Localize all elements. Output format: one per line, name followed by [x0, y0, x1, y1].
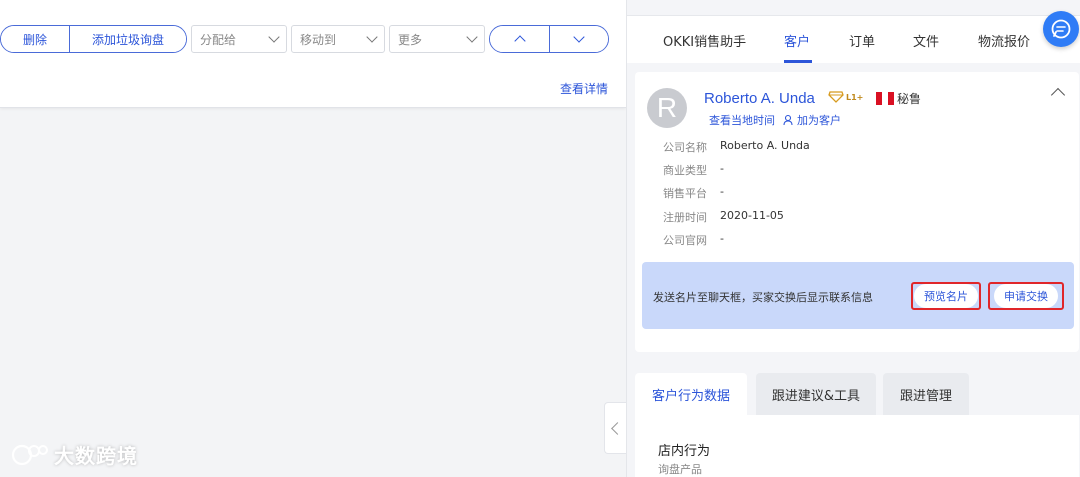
chevron-up-icon [513, 35, 526, 47]
watermark-text: 大数跨境 [54, 444, 138, 468]
notice-text: 发送名片至聊天框，买家交换后显示联系信息 [653, 291, 873, 304]
section-subtitle: 询盘产品 [658, 463, 702, 476]
tab-customer[interactable]: 客户 [784, 31, 810, 50]
chevron-down-icon [466, 31, 478, 43]
view-local-time-link[interactable]: 查看当地时间 [709, 112, 775, 128]
primary-actions: 删除 添加垃圾询盘 [0, 25, 188, 53]
prev-button[interactable] [490, 26, 550, 52]
chat-bubble-icon [1051, 19, 1071, 39]
move-dropdown[interactable]: 移动到 [291, 25, 386, 53]
side-tabs: OKKI销售助手 客户 订单 文件 物流报价 [627, 15, 1080, 63]
card-exchange-notice: 发送名片至聊天框，买家交换后显示联系信息 预览名片 申请交换 [642, 262, 1074, 329]
request-exchange-label: 申请交换 [994, 284, 1058, 308]
request-exchange-button[interactable]: 申请交换 [988, 282, 1064, 310]
action-toolbar: 删除 添加垃圾询盘 分配给 移动到 更多 [0, 25, 610, 53]
info-value: Roberto A. Unda [720, 139, 810, 152]
preview-card-button[interactable]: 预览名片 [911, 282, 981, 310]
customer-actions: 查看当地时间 加为客户 [709, 112, 841, 128]
delete-button[interactable]: 删除 [1, 26, 70, 52]
tab-okki-assistant[interactable]: OKKI销售助手 [663, 31, 746, 50]
assign-dropdown-label: 分配给 [200, 32, 237, 47]
active-tab-indicator [784, 60, 812, 63]
chevron-down-icon [573, 31, 585, 43]
add-customer-label: 加为客户 [797, 114, 841, 127]
view-details-link[interactable]: 查看详情 [560, 80, 608, 97]
info-value: - [720, 162, 724, 175]
level-badge: L1+ [828, 91, 863, 103]
detail-tabs: 客户行为数据 跟进建议&工具 跟进管理 [635, 373, 1079, 415]
tab-logistics-quote[interactable]: 物流报价 [978, 31, 1030, 50]
info-website: 公司官网 - [663, 232, 724, 248]
customer-side-panel: OKKI销售助手 客户 订单 文件 物流报价 R Roberto A. Unda… [626, 0, 1080, 477]
more-dropdown-label: 更多 [398, 32, 423, 47]
move-dropdown-label: 移动到 [300, 32, 337, 47]
tab-orders[interactable]: 订单 [849, 31, 875, 50]
collapse-panel-handle[interactable] [604, 402, 626, 454]
tab-followup-tools[interactable]: 跟进建议&工具 [756, 373, 876, 415]
info-label: 注册时间 [663, 211, 707, 224]
add-customer-link[interactable]: 加为客户 [783, 112, 841, 128]
info-sales-platform: 销售平台 - [663, 185, 724, 201]
watermark-logo-icon [11, 444, 48, 465]
more-dropdown[interactable]: 更多 [389, 25, 486, 53]
info-value: - [720, 185, 724, 198]
message-header: 删除 添加垃圾询盘 分配给 移动到 更多 查看详情 [0, 0, 626, 108]
info-label: 商业类型 [663, 164, 707, 177]
tab-customer-behavior[interactable]: 客户行为数据 [635, 373, 747, 415]
info-label: 销售平台 [663, 187, 707, 200]
chevron-down-icon [268, 31, 280, 43]
info-business-type: 商业类型 - [663, 162, 724, 178]
tab-followup-management[interactable]: 跟进管理 [883, 373, 969, 415]
info-value: 2020-11-05 [720, 209, 784, 222]
customer-name[interactable]: Roberto A. Unda [704, 90, 815, 107]
info-value: - [720, 232, 724, 245]
peru-flag-icon [876, 92, 894, 105]
info-label: 公司名称 [663, 141, 707, 154]
chevron-up-icon[interactable] [1050, 87, 1066, 103]
section-title: 店内行为 [658, 444, 711, 459]
chevron-down-icon [366, 31, 378, 43]
add-spam-button[interactable]: 添加垃圾询盘 [69, 26, 187, 52]
user-add-icon [783, 114, 793, 126]
store-behavior-section: 店内行为 询盘产品 [635, 415, 1079, 477]
next-button[interactable] [549, 26, 609, 52]
info-register-date: 注册时间 2020-11-05 [663, 209, 784, 225]
chevron-left-icon [611, 421, 624, 435]
info-company-name: 公司名称 Roberto A. Unda [663, 139, 810, 155]
level-text: L1+ [846, 92, 864, 102]
tab-files[interactable]: 文件 [913, 31, 939, 50]
message-list-pane: 删除 添加垃圾询盘 分配给 移动到 更多 查看详情 大数跨境 [0, 0, 626, 477]
customer-card: R Roberto A. Unda L1+ 秘鲁 查看当地时间 加为客户 公司名… [635, 72, 1079, 352]
avatar: R [647, 88, 687, 128]
diamond-icon [828, 91, 844, 103]
info-label: 公司官网 [663, 234, 707, 247]
watermark: 大数跨境 [10, 440, 138, 469]
assign-dropdown[interactable]: 分配给 [191, 25, 288, 53]
preview-card-label: 预览名片 [914, 284, 978, 308]
country-label: 秘鲁 [897, 92, 922, 106]
prev-next-group [489, 25, 610, 53]
chat-button[interactable] [1043, 11, 1079, 47]
